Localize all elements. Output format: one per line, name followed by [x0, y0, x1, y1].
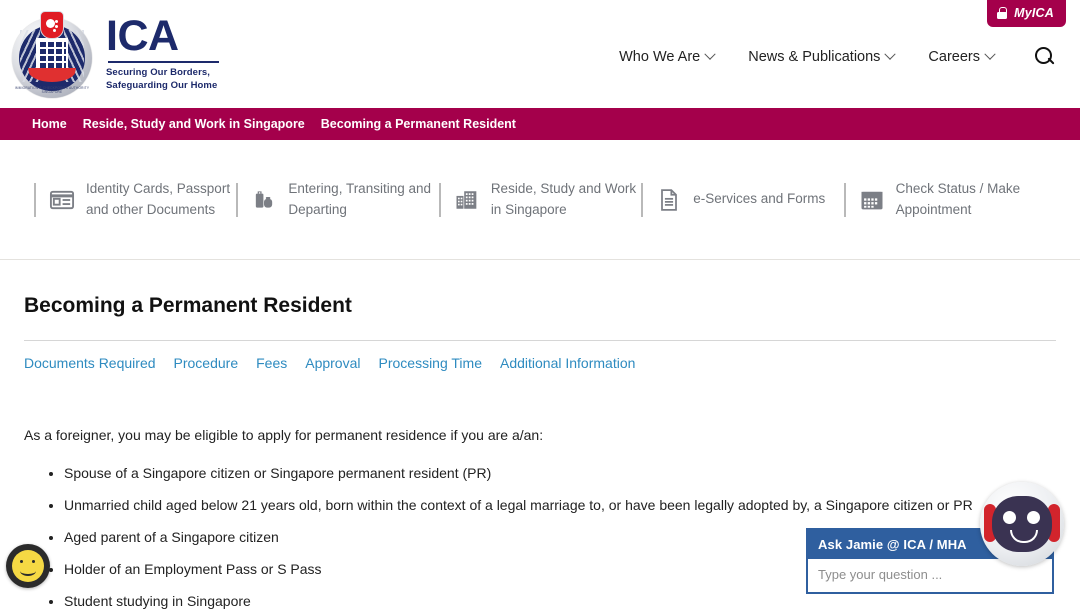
- myica-label: MyICA: [1014, 6, 1054, 20]
- anchor-link-additional-information[interactable]: Additional Information: [500, 355, 635, 371]
- wordmark-rule: [108, 61, 220, 64]
- building-icon: [453, 186, 481, 214]
- ica-wordmark: ICA Securing Our Borders, Safeguarding O…: [106, 12, 220, 93]
- nav-label-who-we-are: Who We Are: [619, 49, 701, 65]
- category-navigation: Identity Cards, Passport and other Docum…: [0, 140, 1080, 260]
- category-label-check-status-appointment: Check Status / Make Appointment: [895, 180, 1021, 217]
- ica-crest-icon: IMMIGRATION & CHECKPOINTS AUTHORITY SING…: [8, 10, 96, 98]
- feedback-button[interactable]: [6, 544, 50, 588]
- breadcrumb-item-becoming-a-permanent-resident: Becoming a Permanent Resident: [320, 117, 516, 131]
- list-item: Spouse of a Singapore citizen or Singapo…: [64, 465, 1056, 481]
- luggage-icon: [250, 186, 278, 214]
- breadcrumb: Home Reside, Study and Work in Singapore…: [0, 108, 1080, 140]
- calendar-icon: [858, 186, 886, 214]
- category-label-reside-study-work: Reside, Study and Work in Singapore: [490, 180, 637, 217]
- breadcrumb-item-reside-study-work[interactable]: Reside, Study and Work in Singapore: [83, 117, 305, 131]
- nav-item-who-we-are[interactable]: Who We Are: [619, 48, 716, 65]
- document-icon: [655, 186, 683, 214]
- chevron-down-icon: [884, 48, 897, 60]
- breadcrumb-item-home[interactable]: Home: [32, 117, 67, 131]
- nav-label-news-publications: News & Publications: [748, 49, 881, 65]
- chevron-down-icon: [984, 48, 996, 60]
- tagline-line1: Securing Our Borders,: [106, 67, 210, 79]
- primary-navigation: Who We Are News & Publications Careers: [619, 40, 1080, 68]
- category-item-check-status-appointment[interactable]: Check Status / Make Appointment: [844, 179, 1046, 221]
- anchor-link-fees[interactable]: Fees: [256, 355, 287, 371]
- anchor-links: Documents Required Procedure Fees Approv…: [24, 355, 1056, 371]
- search-icon[interactable]: [1034, 46, 1056, 68]
- category-item-entering-transiting[interactable]: Entering, Transiting and Departing: [236, 179, 438, 221]
- chevron-down-icon: [704, 48, 716, 60]
- list-item: Unmarried child aged below 21 years old,…: [64, 497, 1056, 513]
- page-title: Becoming a Permanent Resident: [24, 294, 352, 317]
- tagline-line2: Safeguarding Our Home: [106, 80, 218, 91]
- intro-paragraph: As a foreigner, you may be eligible to a…: [24, 427, 544, 443]
- anchor-link-processing-time[interactable]: Processing Time: [379, 355, 482, 371]
- list-item: Student studying in Singapore: [64, 593, 1056, 609]
- site-logo[interactable]: IMMIGRATION & CHECKPOINTS AUTHORITY SING…: [0, 10, 220, 98]
- wordmark-text: ICA: [106, 12, 179, 61]
- anchor-link-approval[interactable]: Approval: [305, 355, 360, 371]
- site-header: IMMIGRATION & CHECKPOINTS AUTHORITY SING…: [0, 0, 1080, 108]
- anchor-link-documents-required[interactable]: Documents Required: [24, 355, 156, 371]
- category-item-identity-cards[interactable]: Identity Cards, Passport and other Docum…: [34, 179, 236, 221]
- id-card-icon: [48, 186, 76, 214]
- nav-item-careers[interactable]: Careers: [928, 48, 996, 65]
- anchor-link-procedure[interactable]: Procedure: [174, 355, 239, 371]
- category-label-entering-transiting: Entering, Transiting and Departing: [288, 180, 431, 217]
- category-label-eservices-forms: e-Services and Forms: [693, 191, 826, 207]
- title-divider: [24, 340, 1056, 341]
- category-label-identity-cards: Identity Cards, Passport and other Docum…: [86, 180, 231, 217]
- nav-label-careers: Careers: [928, 49, 980, 65]
- crest-text-line2: SINGAPORE: [41, 90, 63, 94]
- myica-button[interactable]: MyICA: [987, 0, 1066, 27]
- smiley-face-icon: [12, 550, 44, 582]
- category-item-eservices-forms[interactable]: e-Services and Forms: [641, 186, 843, 214]
- category-item-reside-study-work[interactable]: Reside, Study and Work in Singapore: [439, 179, 641, 221]
- nav-item-news-publications[interactable]: News & Publications: [748, 48, 897, 65]
- robot-avatar-icon[interactable]: [980, 482, 1064, 566]
- lock-icon: [997, 7, 1008, 19]
